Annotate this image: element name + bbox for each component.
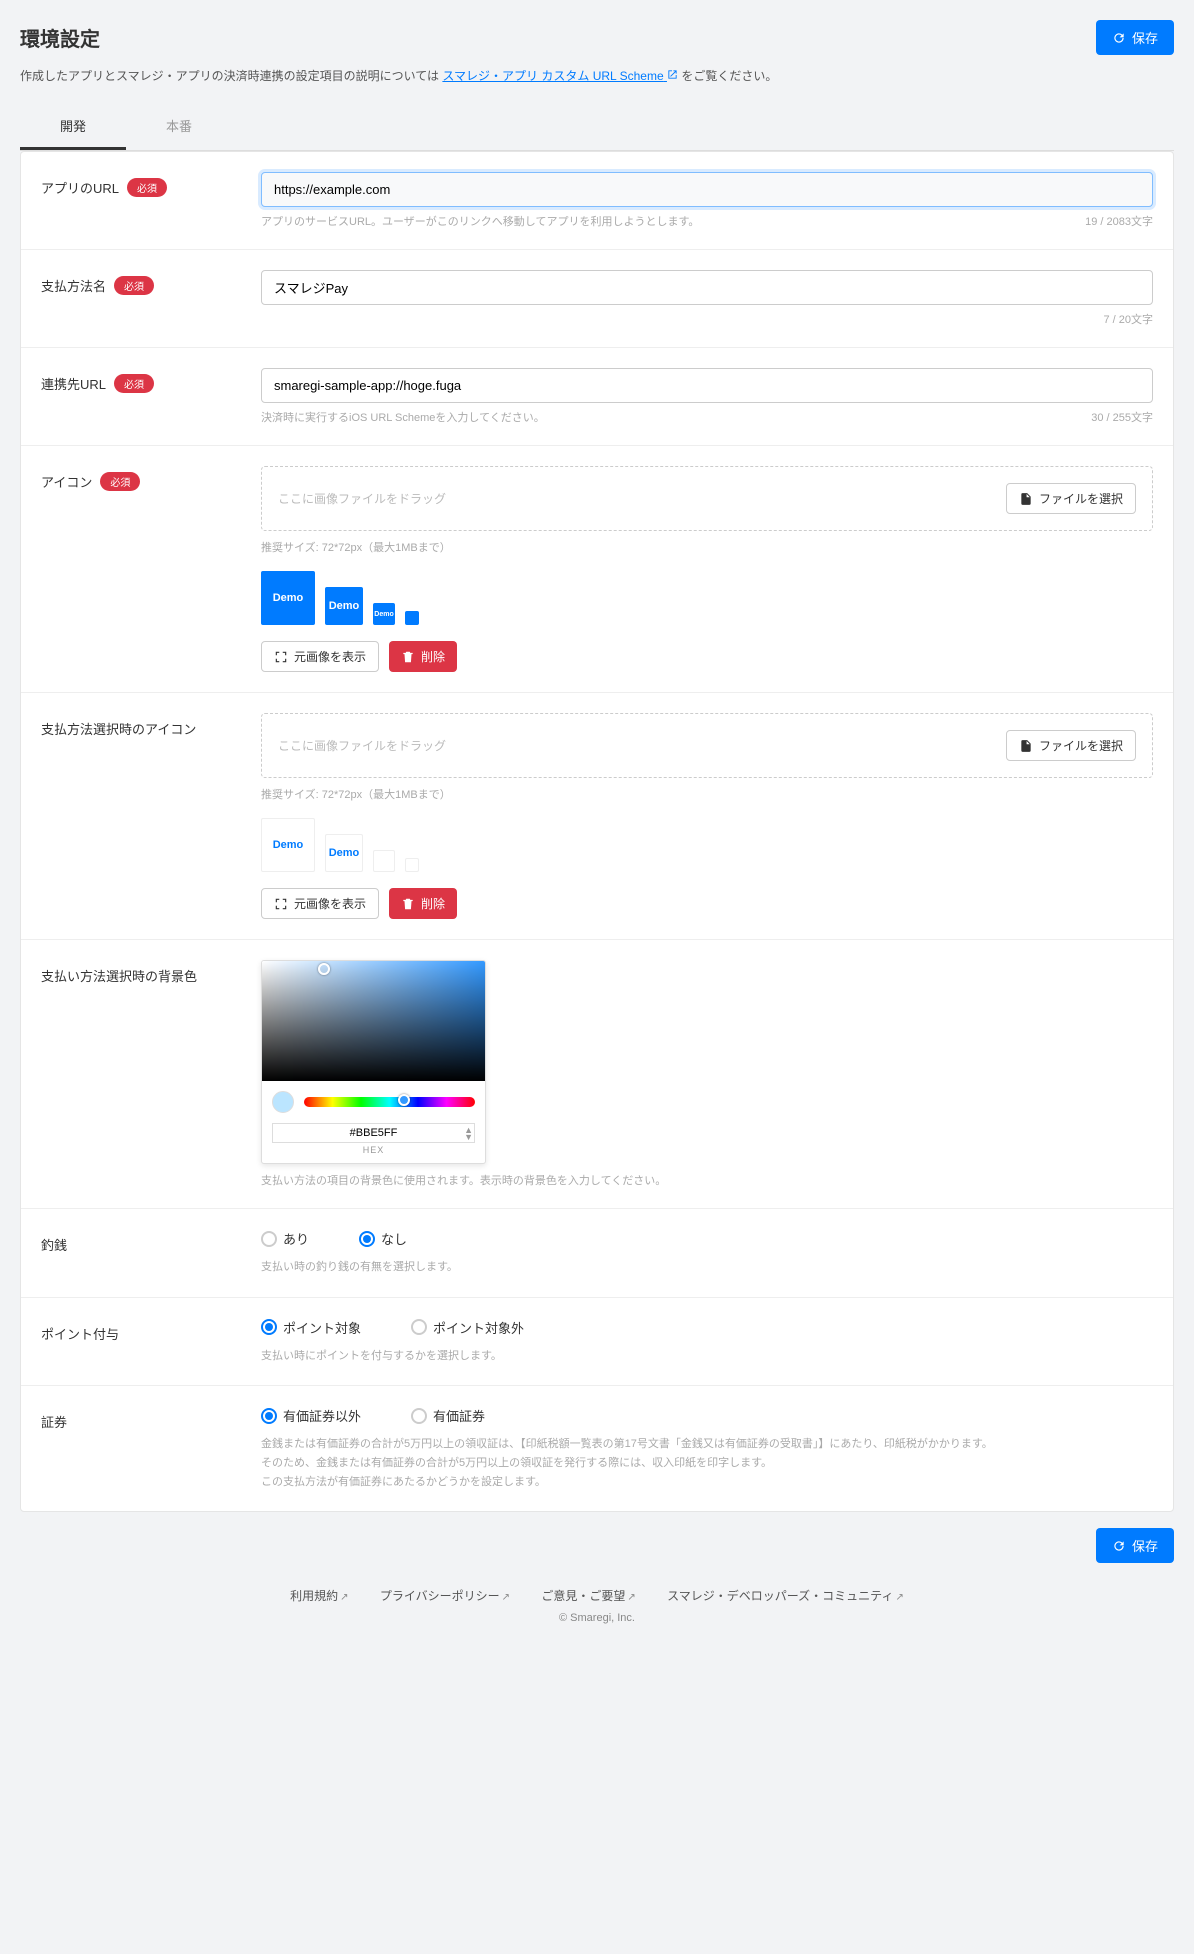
expand-icon (274, 650, 288, 664)
file-icon (1019, 492, 1033, 506)
field-label: アプリのURL (41, 178, 119, 197)
view-original-button[interactable]: 元画像を表示 (261, 888, 379, 919)
hue-cursor[interactable] (398, 1094, 410, 1106)
thumb-small (373, 850, 395, 872)
field-label: アイコン (41, 472, 92, 491)
hex-input[interactable] (272, 1123, 475, 1143)
format-toggle[interactable]: ▲▼ (464, 1127, 473, 1141)
thumb-xs (405, 611, 419, 625)
tab-prod[interactable]: 本番 (126, 104, 232, 150)
terms-link[interactable]: 利用規約↗ (290, 1589, 348, 1603)
external-link-icon: ↗ (340, 1592, 348, 1603)
link-url-input[interactable] (261, 368, 1153, 403)
required-badge: 必須 (100, 472, 140, 491)
scheme-link[interactable]: スマレジ・アプリ カスタム URL Scheme (442, 69, 678, 83)
thumb-medium: Demo (325, 587, 363, 625)
delete-button[interactable]: 削除 (389, 888, 457, 919)
thumb-large: Demo (261, 818, 315, 872)
thumb-xs (405, 858, 419, 872)
required-badge: 必須 (114, 374, 154, 393)
security-other[interactable]: 有価証券以外 (261, 1406, 361, 1425)
community-link[interactable]: スマレジ・デベロッパーズ・コミュニティ↗ (667, 1589, 904, 1603)
refresh-icon (1112, 31, 1126, 45)
color-preview (272, 1091, 294, 1113)
field-label: 連携先URL (41, 374, 106, 393)
select-icon-dropzone[interactable]: ここに画像ファイルをドラッグ ファイルを選択 (261, 713, 1153, 778)
thumb-large: Demo (261, 571, 315, 625)
description: 作成したアプリとスマレジ・アプリの決済時連携の設定項目の説明については スマレジ… (20, 67, 1174, 84)
settings-panel: アプリのURL 必須 アプリのサービスURL。ユーザーがこのリンクへ移動してアプ… (20, 151, 1174, 1512)
external-link-icon: ↗ (502, 1592, 510, 1603)
saturation-cursor[interactable] (318, 963, 330, 975)
pay-name-input[interactable] (261, 270, 1153, 305)
point-off[interactable]: ポイント対象外 (411, 1318, 524, 1337)
save-button-top[interactable]: 保存 (1096, 20, 1174, 55)
thumb-small: Demo (373, 603, 395, 625)
point-on[interactable]: ポイント対象 (261, 1318, 361, 1337)
view-original-button[interactable]: 元画像を表示 (261, 641, 379, 672)
tabs: 開発 本番 (20, 104, 1174, 151)
color-picker[interactable]: HEX ▲▼ (261, 960, 486, 1164)
change-yes[interactable]: あり (261, 1229, 309, 1248)
tab-dev[interactable]: 開発 (20, 104, 126, 150)
field-label: 支払方法名 (41, 276, 106, 295)
required-badge: 必須 (127, 178, 167, 197)
field-label: 支払方法選択時のアイコン (41, 719, 196, 738)
security-sec[interactable]: 有価証券 (411, 1406, 485, 1425)
expand-icon (274, 897, 288, 911)
privacy-link[interactable]: プライバシーポリシー↗ (380, 1589, 510, 1603)
external-link-icon: ↗ (627, 1592, 635, 1603)
feedback-link[interactable]: ご意見・ご要望↗ (541, 1589, 635, 1603)
required-badge: 必須 (114, 276, 154, 295)
hue-slider[interactable] (304, 1097, 475, 1107)
file-select-button[interactable]: ファイルを選択 (1006, 483, 1136, 514)
footer-links: 利用規約↗ プライバシーポリシー↗ ご意見・ご要望↗ スマレジ・デベロッパーズ・… (20, 1563, 1174, 1612)
external-link-icon (667, 69, 678, 80)
change-no[interactable]: なし (359, 1229, 407, 1248)
file-icon (1019, 739, 1033, 753)
external-link-icon: ↗ (895, 1592, 903, 1603)
delete-button[interactable]: 削除 (389, 641, 457, 672)
field-label: 証券 (41, 1412, 67, 1431)
saturation-area[interactable] (262, 961, 485, 1081)
file-select-button[interactable]: ファイルを選択 (1006, 730, 1136, 761)
field-label: 釣銭 (41, 1235, 67, 1254)
trash-icon (401, 650, 415, 664)
field-label: 支払い方法選択時の背景色 (41, 966, 197, 985)
copyright: © Smaregi, Inc. (20, 1612, 1174, 1640)
refresh-icon (1112, 1539, 1126, 1553)
icon-dropzone[interactable]: ここに画像ファイルをドラッグ ファイルを選択 (261, 466, 1153, 531)
page-title: 環境設定 (20, 23, 100, 52)
app-url-input[interactable] (261, 172, 1153, 207)
trash-icon (401, 897, 415, 911)
thumb-medium: Demo (325, 834, 363, 872)
field-label: ポイント付与 (41, 1324, 119, 1343)
save-button-bottom[interactable]: 保存 (1096, 1528, 1174, 1563)
